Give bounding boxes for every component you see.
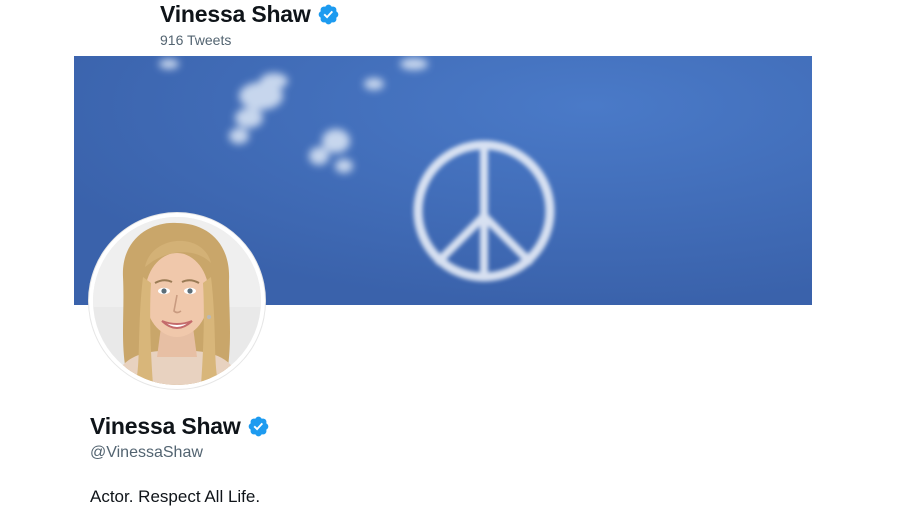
- header-tweet-count: 916 Tweets: [160, 32, 232, 48]
- top-name-row: Vinessa Shaw: [160, 0, 340, 28]
- verified-badge-icon[interactable]: [317, 3, 340, 26]
- profile-page: Vinessa Shaw 916 Tweets Vinessa Shaw @Vi…: [0, 0, 906, 510]
- profile-photo-icon: [93, 217, 261, 385]
- verified-badge-icon[interactable]: [247, 415, 270, 438]
- profile-info: Vinessa Shaw @VinessaShaw Actor. Respect…: [90, 410, 790, 509]
- header-display-name: Vinessa Shaw: [160, 1, 311, 27]
- profile-display-name: Vinessa Shaw: [90, 413, 241, 439]
- profile-top-header[interactable]: Vinessa Shaw 916 Tweets: [160, 0, 340, 54]
- profile-name-row: Vinessa Shaw: [90, 410, 790, 442]
- profile-avatar[interactable]: [89, 213, 265, 389]
- profile-bio: Actor. Respect All Life.: [90, 487, 261, 506]
- profile-handle: @VinessaShaw: [90, 444, 203, 461]
